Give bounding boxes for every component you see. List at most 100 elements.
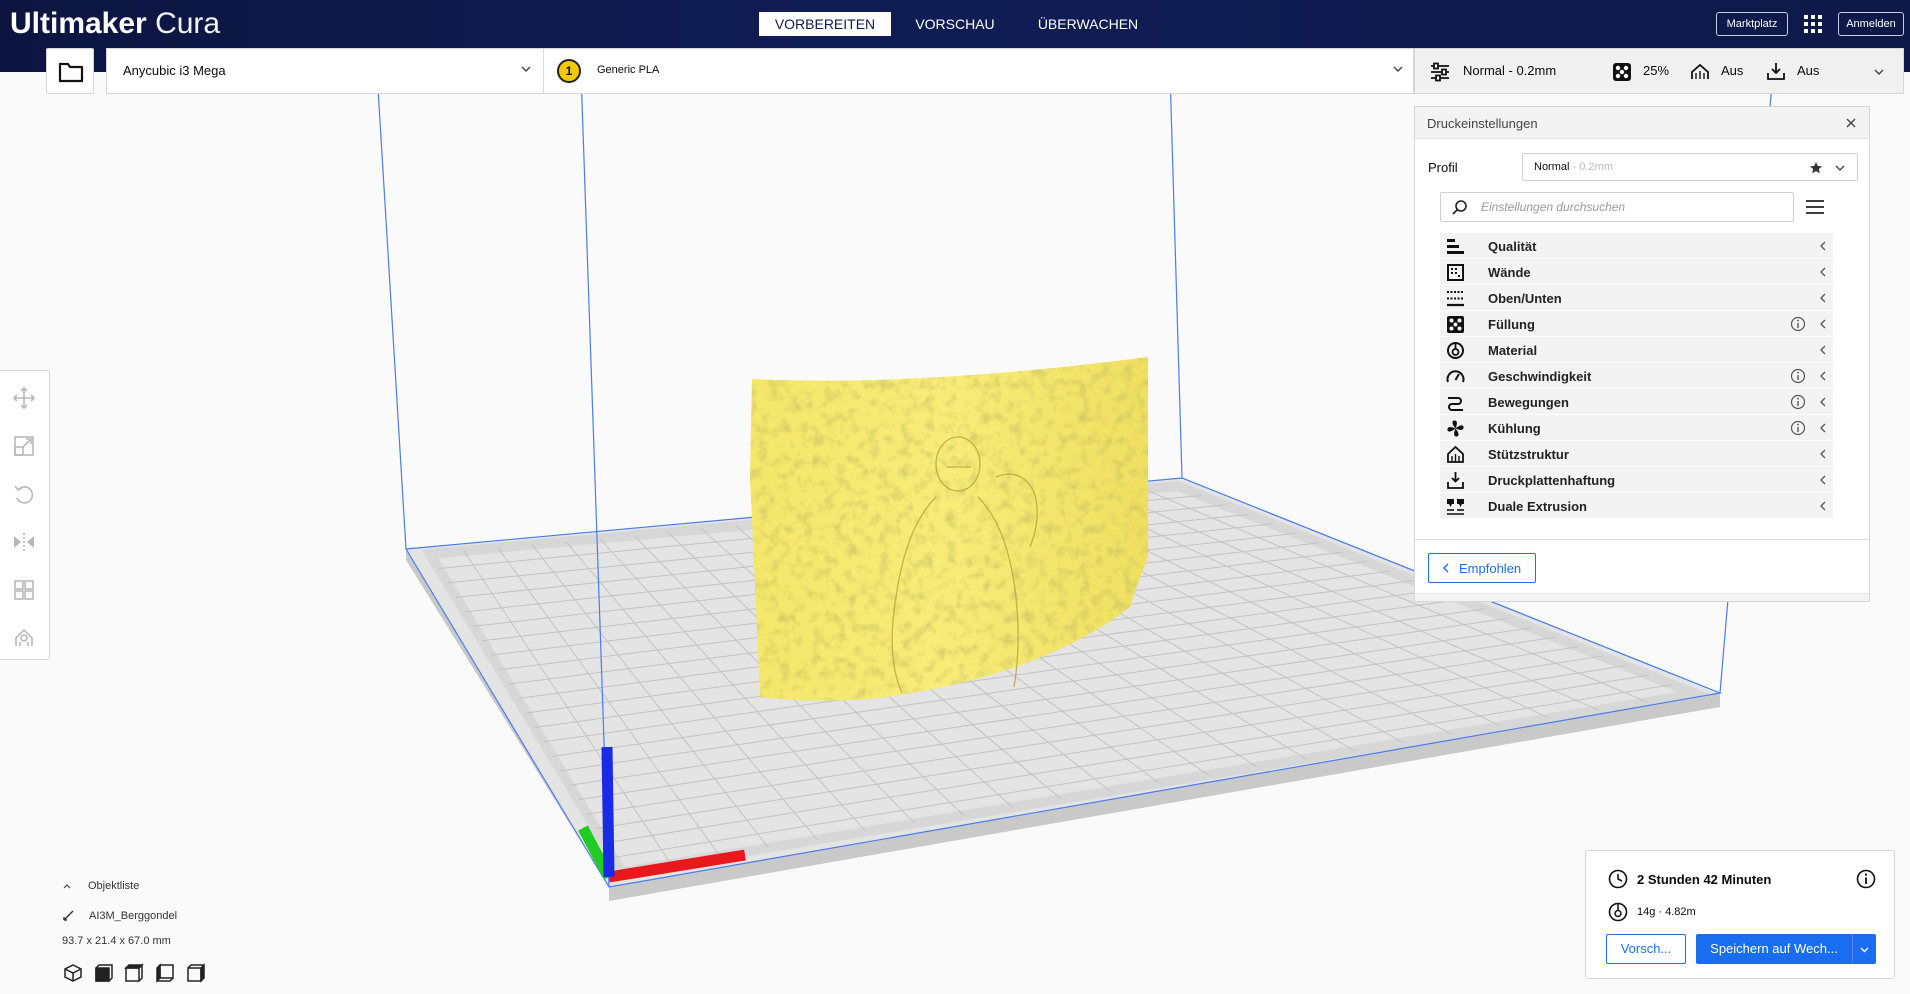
tab-ueberwachen[interactable]: ÜBERWACHEN (1030, 12, 1146, 36)
category-infill[interactable]: Füllung (1440, 311, 1833, 337)
chevron-left-icon (1820, 371, 1826, 381)
machine-selector-bar: Anycubic i3 Mega 1 Generic PLA (106, 48, 1414, 94)
open-file-button[interactable] (46, 48, 94, 94)
category-label: Stützstruktur (1488, 447, 1569, 462)
transform-toolbar (0, 370, 50, 660)
info-icon[interactable] (1790, 316, 1806, 332)
app-name-light: Cura (155, 7, 221, 40)
category-support[interactable]: Stützstruktur (1440, 441, 1833, 467)
category-cooling[interactable]: Kühlung (1440, 415, 1833, 441)
panel-resize-handle[interactable] (1415, 593, 1869, 601)
chevron-up-icon[interactable] (62, 882, 72, 890)
adhesion-icon (1767, 63, 1785, 80)
material-usage: 14g · 4.82m (1637, 906, 1696, 918)
pencil-icon[interactable] (62, 908, 76, 922)
sliders-icon (1431, 62, 1449, 82)
chevron-left-icon (1820, 345, 1826, 355)
save-to-removable-button[interactable]: Speichern auf Wech... (1696, 934, 1876, 964)
view-left-icon[interactable] (155, 963, 175, 983)
move-tool-icon[interactable] (12, 386, 36, 410)
hamburger-menu-icon[interactable] (1804, 196, 1826, 218)
chevron-left-icon (1820, 501, 1826, 511)
scale-tool-icon[interactable] (12, 434, 36, 458)
object-dimensions: 93.7 x 21.4 x 67.0 mm (62, 935, 171, 947)
panel-header: Druckeinstellungen (1415, 107, 1869, 139)
category-top-bottom[interactable]: Oben/Unten (1440, 285, 1833, 311)
recommended-mode-button[interactable]: Empfohlen (1428, 553, 1536, 583)
extruder-badge: 1 (557, 59, 581, 83)
category-material[interactable]: Material (1440, 337, 1833, 363)
info-icon[interactable] (1790, 420, 1806, 436)
info-icon[interactable] (1790, 368, 1806, 384)
category-label: Kühlung (1488, 421, 1541, 436)
infill-icon (1447, 316, 1464, 333)
chevron-down-icon[interactable] (1391, 62, 1405, 76)
save-split-divider (1852, 934, 1853, 964)
chevron-down-icon[interactable] (1859, 944, 1870, 955)
profile-summary: Normal - 0.2mm (1463, 63, 1557, 78)
category-walls[interactable]: Wände (1440, 259, 1833, 285)
adhesion-summary: Aus (1797, 63, 1820, 78)
chevron-left-icon (1820, 241, 1826, 251)
view-3d-icon[interactable] (63, 963, 83, 983)
chevron-down-icon[interactable] (1872, 65, 1886, 79)
chevron-left-icon (1820, 267, 1826, 277)
search-icon (1452, 200, 1467, 215)
chevron-left-icon (1820, 397, 1826, 407)
panel-title: Druckeinstellungen (1427, 116, 1538, 131)
signin-button[interactable]: Anmelden (1838, 12, 1904, 36)
print-time: 2 Stunden 42 Minuten (1637, 872, 1772, 887)
view-right-icon[interactable] (186, 963, 206, 983)
category-label: Duale Extrusion (1488, 499, 1587, 514)
category-quality[interactable]: Qualität (1440, 233, 1833, 259)
category-dual-extrusion[interactable]: Duale Extrusion (1440, 493, 1833, 519)
settings-search[interactable] (1440, 192, 1794, 222)
info-icon[interactable] (1790, 394, 1806, 410)
search-input[interactable] (1481, 193, 1781, 221)
adhesion-icon (1447, 472, 1464, 489)
print-settings-bar[interactable]: Normal - 0.2mm 25% Aus Aus (1414, 48, 1904, 94)
category-speed[interactable]: Geschwindigkeit (1440, 363, 1833, 389)
preview-button[interactable]: Vorsch... (1606, 934, 1686, 964)
category-travel[interactable]: Bewegungen (1440, 389, 1833, 415)
close-icon[interactable] (1843, 115, 1859, 131)
profile-label: Profil (1428, 160, 1458, 175)
profile-value: Normal - 0.2mm (1534, 161, 1613, 173)
category-label: Füllung (1488, 317, 1535, 332)
setting-categories: Qualität Wände Oben/Unten Füllung Materi… (1440, 233, 1833, 519)
star-icon[interactable] (1809, 161, 1823, 175)
per-model-settings-icon[interactable] (12, 578, 36, 602)
chevron-down-icon[interactable] (519, 62, 533, 76)
chevron-left-icon (1443, 563, 1449, 573)
rotate-tool-icon[interactable] (12, 482, 36, 506)
printer-selector[interactable]: Anycubic i3 Mega (123, 63, 226, 78)
bar-divider (543, 49, 544, 93)
object-list-toggle[interactable]: Objektliste (88, 880, 139, 892)
category-adhesion[interactable]: Druckplattenhaftung (1440, 467, 1833, 493)
chevron-left-icon (1820, 475, 1826, 485)
info-icon[interactable] (1856, 869, 1876, 889)
tab-vorschau[interactable]: VORSCHAU (904, 12, 1006, 36)
object-name[interactable]: AI3M_Berggondel (89, 910, 177, 922)
apps-grid-icon[interactable] (1803, 14, 1823, 34)
model-lithophane[interactable] (746, 357, 1152, 702)
mirror-tool-icon[interactable] (12, 530, 36, 554)
clock-icon (1608, 869, 1628, 889)
category-label: Oben/Unten (1488, 291, 1562, 306)
support-icon (1691, 63, 1709, 79)
view-front-icon[interactable] (94, 963, 114, 983)
support-blocker-icon[interactable] (12, 626, 36, 650)
profile-layer-height: - 0.2mm (1572, 161, 1613, 173)
infill-summary: 25% (1643, 63, 1670, 78)
view-top-icon[interactable] (124, 963, 144, 983)
support-summary: Aus (1721, 63, 1744, 78)
recommended-label: Empfohlen (1459, 561, 1522, 576)
travel-icon (1448, 397, 1463, 411)
chevron-down-icon[interactable] (1833, 161, 1847, 175)
profile-dropdown[interactable]: Normal - 0.2mm (1522, 153, 1858, 181)
tab-vorbereiten[interactable]: VORBEREITEN (759, 12, 891, 36)
marketplace-button[interactable]: Marktplatz (1716, 12, 1788, 36)
print-job-panel: 2 Stunden 42 Minuten 14g · 4.82m Vorsch.… (1585, 850, 1895, 979)
profile-name: Normal (1534, 161, 1570, 173)
material-selector[interactable]: Generic PLA (597, 64, 659, 76)
